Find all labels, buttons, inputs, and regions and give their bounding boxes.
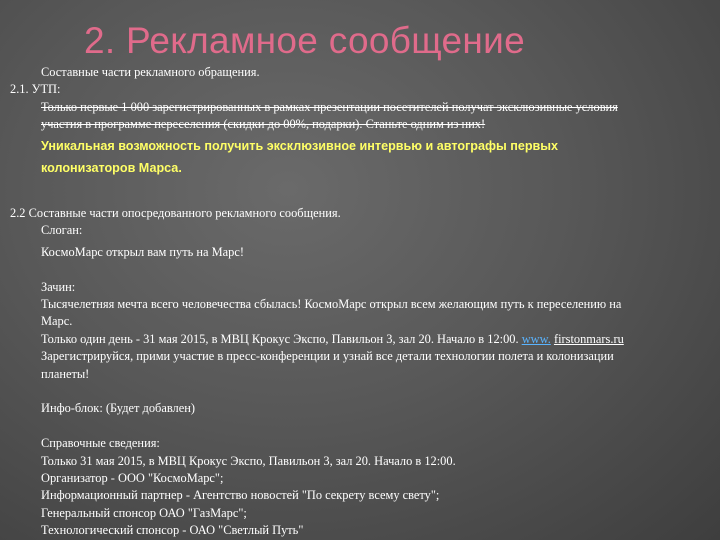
intro-line-3-text: Только один день - 31 мая 2015, в МВЦ Кр…: [41, 331, 519, 346]
intro-line-5: планеты!: [41, 366, 90, 381]
utp-line-1: Только первые 1 000 зарегистрированных в…: [41, 99, 618, 114]
slogan-text: КосмоМарс открыл вам путь на Марс!: [41, 244, 244, 259]
reference-line-1: Только 31 мая 2015, в МВЦ Крокус Экспо, …: [41, 453, 456, 468]
reference-label: Справочные сведения:: [41, 436, 160, 451]
utp-line-2: участия в программе переселения (скидки …: [41, 117, 486, 132]
reference-line-5: Технологический спонсор - ОАО "Светлый П…: [41, 523, 304, 538]
intro-line-1: Тысячелетняя мечта всего человечества сб…: [41, 297, 622, 312]
intro-label: Зачин:: [41, 279, 76, 294]
highlight-line-2: колонизаторов Марса.: [41, 160, 182, 175]
info-block: Инфо-блок: (Будет добавлен): [41, 401, 195, 416]
reference-line-3: Информационный партнер - Агентство новос…: [41, 488, 440, 503]
slide-content: Составные части рекламного обращения. 2.…: [10, 64, 702, 540]
website-link-www[interactable]: www.: [522, 332, 551, 346]
intro-line-2: Марс.: [41, 314, 73, 329]
reference-line-4: Генеральный спонсор ОАО "ГазМарс";: [41, 505, 247, 520]
section-2-label: 2.2 Составные части опосредованного рекл…: [10, 206, 341, 221]
reference-line-2: Организатор - ООО "КосмоМарс";: [41, 471, 224, 486]
slogan-label: Слоган:: [41, 223, 83, 238]
website-link-domain[interactable]: firstonmars.ru: [554, 332, 624, 346]
slide-title: 2. Рекламное сообщение: [84, 20, 525, 61]
highlight-line-1: Уникальная возможность получить эксклюзи…: [41, 138, 559, 153]
intro-line-3: Только один день - 31 мая 2015, в МВЦ Кр…: [10, 331, 702, 348]
section-1-label: 2.1. УТП:: [10, 82, 61, 97]
intro-line-4: Зарегистрируйся, прими участие в пресс-к…: [41, 349, 614, 364]
section-1-heading: Составные части рекламного обращения.: [41, 65, 260, 79]
